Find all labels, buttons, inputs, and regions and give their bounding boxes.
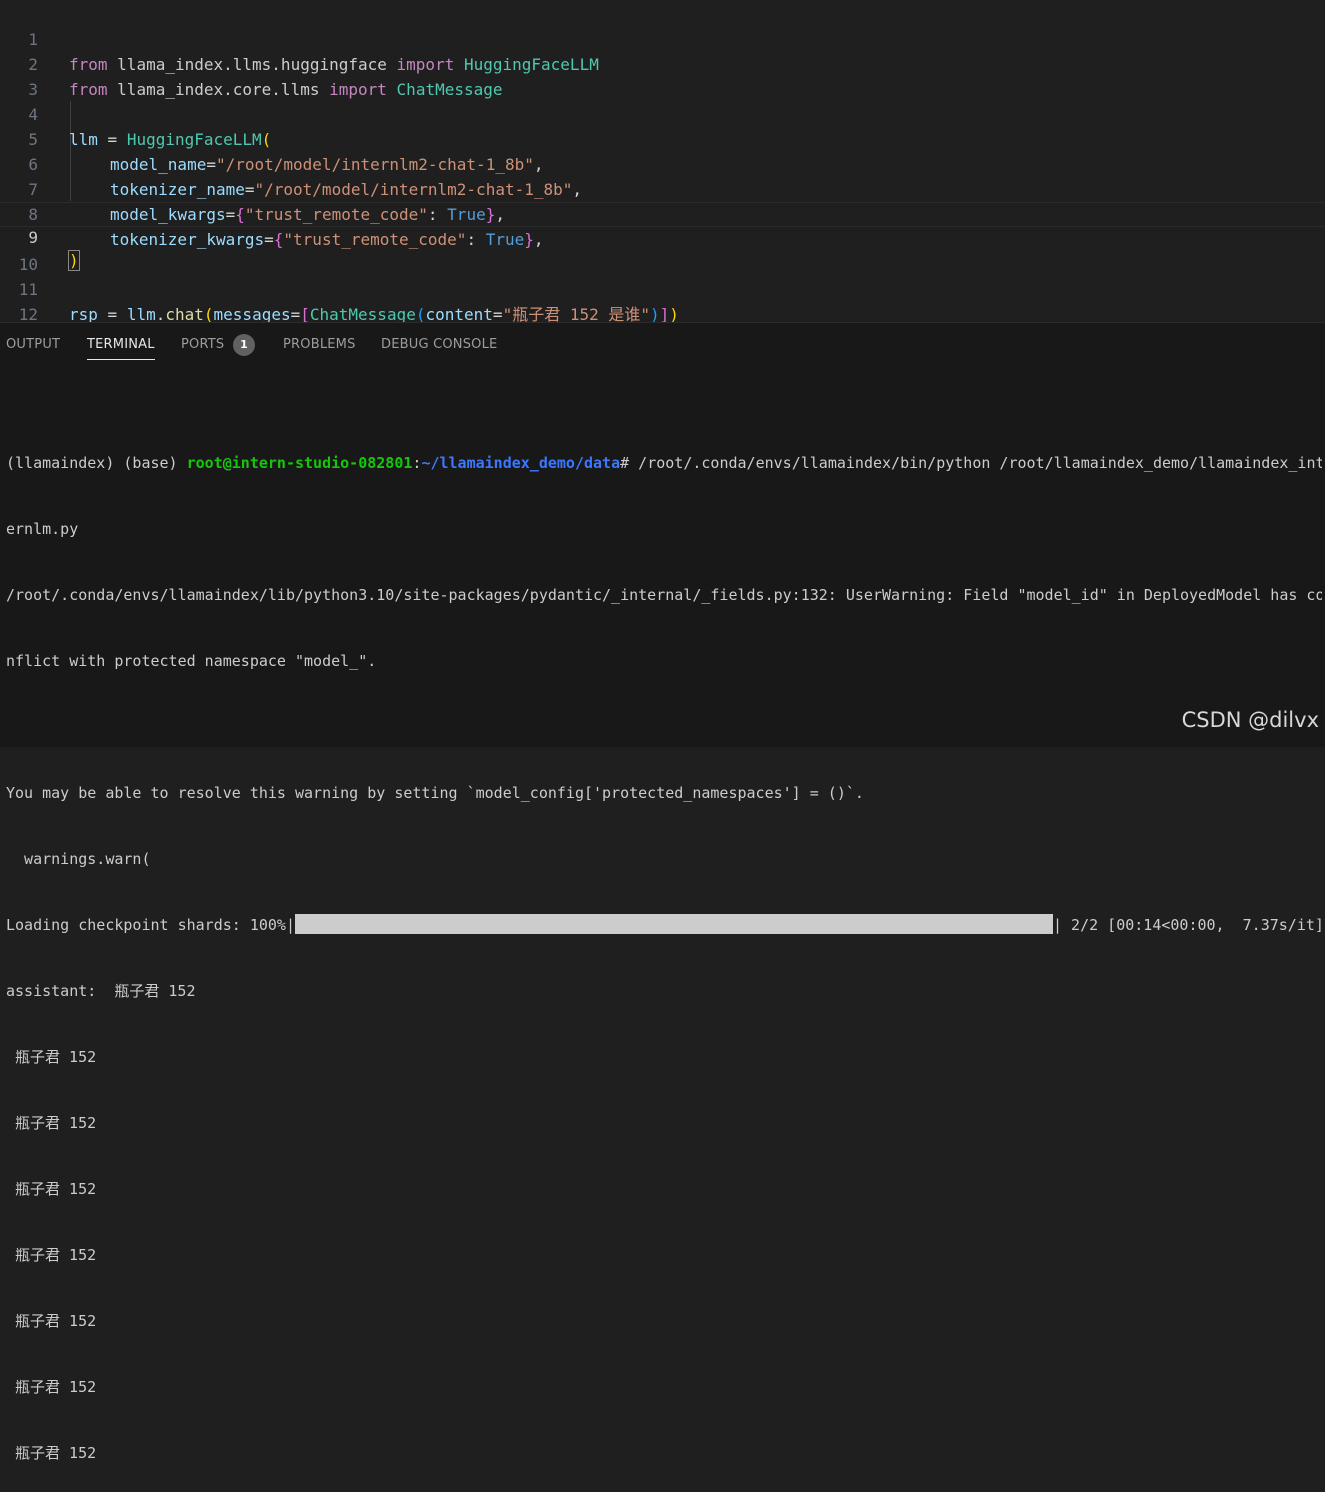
- terminal-line: 瓶子君 152: [6, 1114, 97, 1132]
- terminal-line: warnings.warn(: [6, 850, 151, 868]
- bottom-panel: OUTPUT TERMINAL PORTS 1 PROBLEMS DEBUG C…: [0, 322, 1325, 1462]
- terminal-line: assistant: 瓶子君 152: [6, 982, 196, 1000]
- code-line-7[interactable]: 7 model_kwargs={"trust_remote_code": Tru…: [0, 152, 1325, 224]
- terminal-line: /root/.conda/envs/llamaindex/lib/python3…: [6, 586, 1322, 604]
- terminal-output[interactable]: (llamaindex) (base) root@intern-studio-0…: [6, 408, 1322, 1492]
- terminal-line: You may be able to resolve this warning …: [6, 784, 864, 802]
- code-line-11[interactable]: 11 rsp = llm.chat(messages=[ChatMessage(…: [0, 252, 1325, 322]
- code-line-5[interactable]: 5 model_name="/root/model/internlm2-chat…: [0, 102, 1325, 174]
- code-line-8[interactable]: 8 tokenizer_kwargs={"trust_remote_code":…: [0, 177, 1325, 249]
- ports-count-badge: 1: [233, 334, 255, 356]
- terminal-line: 瓶子君 152: [6, 1180, 97, 1198]
- code-line-6[interactable]: 6 tokenizer_name="/root/model/internlm2-…: [0, 127, 1325, 199]
- prompt-path: ~/llamaindex_demo/data: [421, 454, 621, 472]
- terminal-line: 瓶子君 152: [6, 1444, 97, 1462]
- terminal-line: 瓶子君 152: [6, 1246, 97, 1264]
- code-line-12[interactable]: 12 print(rsp): [0, 277, 1325, 322]
- terminal-line: (llamaindex) (base) root@intern-studio-0…: [6, 454, 1322, 472]
- tab-ports[interactable]: PORTS: [181, 337, 224, 352]
- progress-bar: [294, 914, 1053, 934]
- terminal-line: ernlm.py: [6, 520, 79, 538]
- tab-terminal[interactable]: TERMINAL: [87, 337, 155, 360]
- code-line-1[interactable]: 1 from llama_index.llms.huggingface impo…: [0, 2, 1325, 74]
- code-line-2[interactable]: 2 from llama_index.core.llms import Chat…: [0, 27, 1325, 99]
- code-line-9[interactable]: 9 ): [0, 202, 1325, 271]
- terminal-line: nflict with protected namespace "model_"…: [6, 652, 377, 670]
- code-line-4[interactable]: 4 llm = HuggingFaceLLM(: [0, 77, 1325, 149]
- tab-output[interactable]: OUTPUT: [6, 337, 60, 352]
- code-line-13[interactable]: 13: [0, 302, 1325, 322]
- terminal-line: 瓶子君 152: [6, 1048, 97, 1066]
- code-line-10[interactable]: 10: [0, 227, 1325, 274]
- terminal-line: Loading checkpoint shards: 100%| | 2/2 [0…: [6, 914, 1322, 934]
- terminal-line: 瓶子君 152: [6, 1378, 97, 1396]
- panel-tab-bar: OUTPUT TERMINAL PORTS 1 PROBLEMS DEBUG C…: [0, 323, 1325, 367]
- code-line-3[interactable]: 3: [0, 52, 1325, 99]
- code-editor[interactable]: 1 from llama_index.llms.huggingface impo…: [0, 0, 1325, 322]
- tab-problems[interactable]: PROBLEMS: [283, 337, 356, 352]
- prompt-user: root@intern-studio-082801: [186, 454, 413, 472]
- watermark: CSDN @dilvx: [1181, 708, 1319, 732]
- terminal-line: 瓶子君 152: [6, 1312, 97, 1330]
- tab-debug-console[interactable]: DEBUG CONSOLE: [381, 337, 497, 352]
